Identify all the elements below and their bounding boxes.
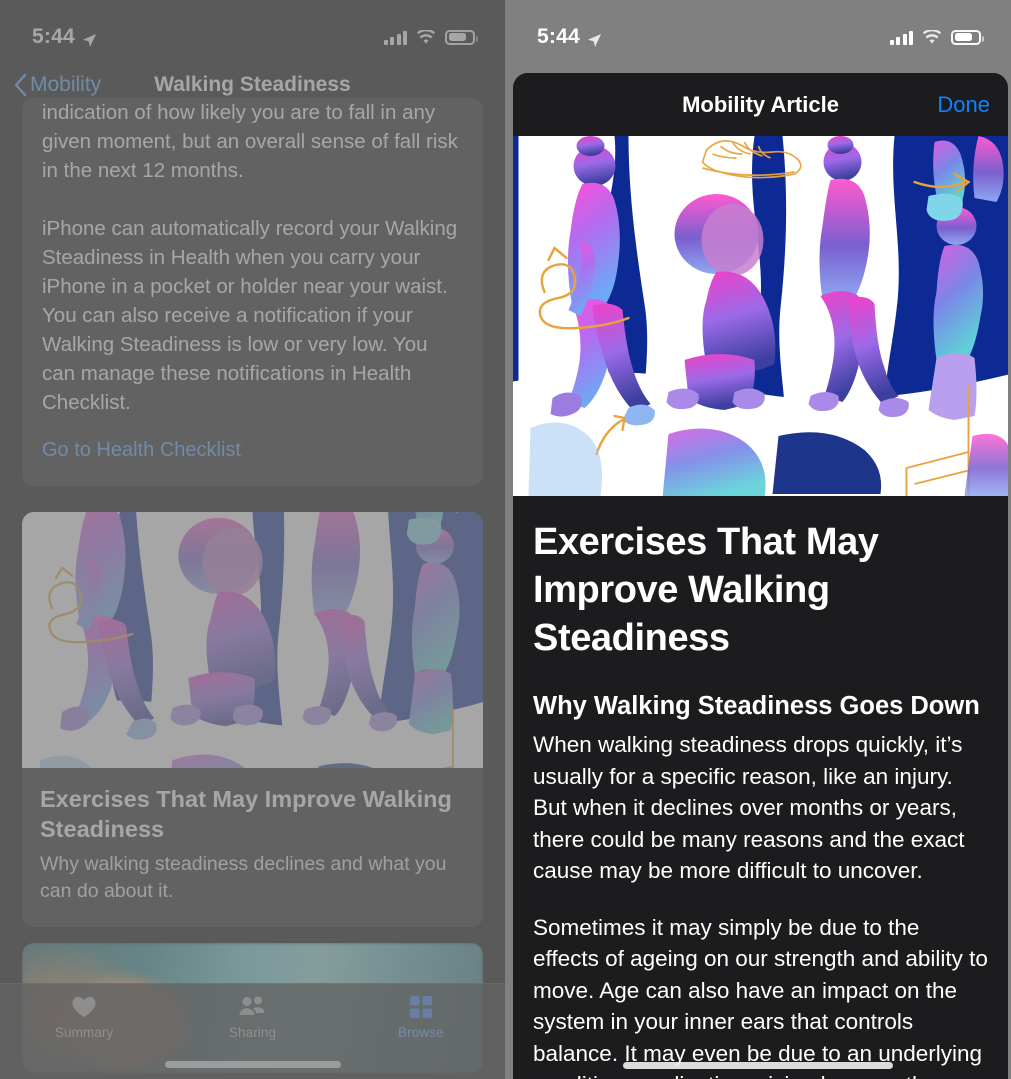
cellular-bars-icon [889, 30, 913, 45]
status-bar-time: 5:44 [32, 25, 75, 48]
info-text-card: indication of how likely you are to fall… [22, 98, 483, 486]
modal-hero-image [513, 136, 1008, 496]
walking-people-illustration [22, 512, 483, 768]
location-arrow-icon [82, 30, 97, 47]
article-paragraph-1: When walking steadiness drops quickly, i… [533, 732, 965, 883]
navigation-bar: Mobility Walking Steadiness [0, 62, 505, 108]
tab-sharing-label: Sharing [228, 1025, 277, 1040]
tab-summary[interactable]: Summary [0, 994, 168, 1040]
article-card-hero-image [22, 512, 483, 768]
article-paragraph-2: Sometimes it may simply be due to the ef… [533, 914, 988, 1079]
article-card[interactable]: Exercises That May Improve Walking Stead… [22, 512, 483, 927]
battery-icon [951, 29, 984, 45]
article-content: Exercises That May Improve Walking Stead… [513, 496, 1008, 1079]
left-phone-screen: 5:44 Mobility Walking Steadiness indicat… [0, 0, 505, 1079]
wifi-icon [922, 28, 942, 45]
cellular-bars-icon [383, 30, 407, 45]
home-indicator[interactable] [623, 1062, 893, 1069]
scroll-content[interactable]: indication of how likely you are to fall… [0, 98, 505, 1079]
health-app-background: 5:44 Mobility Walking Steadiness indicat… [0, 0, 505, 1079]
done-button[interactable]: Done [937, 92, 990, 118]
back-button-label: Mobility [30, 73, 102, 96]
body-paragraph-1: indication of how likely you are to fall… [42, 101, 458, 182]
wifi-icon [416, 28, 436, 45]
battery-icon [445, 29, 478, 45]
modal-title: Mobility Article [682, 91, 839, 117]
grid-icon [409, 994, 433, 1020]
walking-people-illustration [513, 136, 1008, 496]
article-heading: Exercises That May Improve Walking Stead… [533, 521, 879, 659]
status-bar-time: 5:44 [537, 25, 580, 48]
tab-sharing[interactable]: Sharing [168, 994, 336, 1040]
tab-browse[interactable]: Browse [337, 994, 505, 1040]
article-card-title: Exercises That May Improve Walking Stead… [40, 786, 452, 842]
article-card-text: Exercises That May Improve Walking Stead… [22, 768, 483, 927]
right-phone-screen: 5:44 Mobility Article Done Exercises Tha… [505, 0, 1011, 1079]
status-bar: 5:44 [505, 0, 1011, 60]
article-modal-sheet: Mobility Article Done Exercises That May… [513, 73, 1008, 1079]
article-section-heading: Why Walking Steadiness Goes Down [533, 692, 980, 720]
dual-screenshot-container: 5:44 Mobility Walking Steadiness indicat… [0, 0, 1011, 1079]
status-bar-indicators [889, 28, 984, 45]
chevron-left-icon [14, 73, 27, 97]
status-bar-time-group: 5:44 [32, 25, 97, 49]
status-bar-indicators [383, 28, 478, 45]
health-checklist-link[interactable]: Go to Health Checklist [42, 439, 463, 462]
tab-summary-label: Summary [54, 1025, 114, 1040]
back-button[interactable]: Mobility [0, 73, 101, 97]
status-bar: 5:44 [0, 0, 505, 60]
heart-icon [71, 994, 97, 1020]
people-icon [238, 994, 266, 1020]
body-paragraph-2: iPhone can automatically record your Wal… [42, 217, 458, 414]
modal-navigation-bar: Mobility Article Done [513, 73, 1008, 136]
status-bar-time-group: 5:44 [537, 25, 602, 49]
tab-browse-label: Browse [398, 1025, 444, 1040]
article-card-subtitle: Why walking steadiness declines and what… [40, 853, 447, 902]
home-indicator[interactable] [164, 1061, 341, 1068]
location-arrow-icon [587, 30, 602, 47]
